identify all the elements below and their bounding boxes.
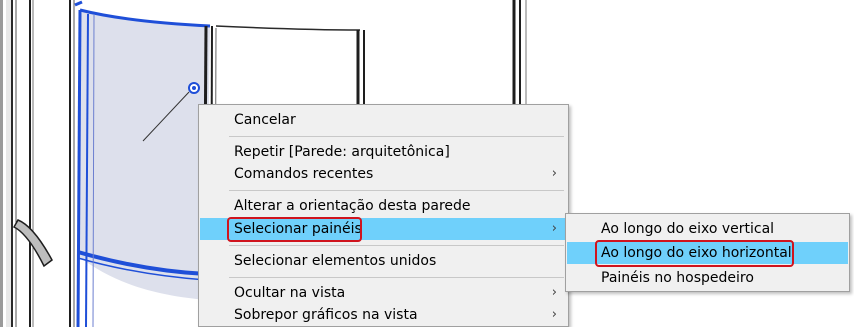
menu-item-override-graphics[interactable]: Sobrepor gráficos na vista › — [200, 304, 567, 326]
menu-item-repeat[interactable]: Repetir [Parede: arquitetônica] — [200, 141, 567, 163]
menu-item-select-joined[interactable]: Selecionar elementos unidos — [200, 250, 567, 272]
submenu-item-label: Ao longo do eixo vertical — [601, 221, 775, 237]
context-menu: Cancelar Repetir [Parede: arquitetônica]… — [198, 104, 569, 327]
grip-handle-icon[interactable] — [188, 82, 200, 94]
annotation-highlight-box — [595, 240, 794, 267]
submenu-item-vertical[interactable]: Ao longo do eixo vertical — [567, 218, 848, 240]
select-panels-submenu: Ao longo do eixo vertical Ao longo do ei… — [565, 213, 850, 292]
far-right-column — [512, 0, 527, 104]
menu-separator — [229, 245, 564, 246]
annotation-highlight-box — [227, 217, 362, 242]
submenu-arrow-icon: › — [551, 285, 557, 300]
menu-separator — [229, 190, 564, 191]
menu-item-label: Selecionar elementos unidos — [234, 253, 437, 269]
submenu-arrow-icon: › — [551, 221, 557, 236]
menu-item-label: Sobrepor gráficos na vista — [234, 307, 418, 323]
menu-item-label: Ocultar na vista — [234, 285, 346, 301]
submenu-item-label: Painéis no hospedeiro — [601, 270, 754, 286]
menu-item-hide-in-view[interactable]: Ocultar na vista › — [200, 282, 567, 304]
menu-separator — [229, 277, 564, 278]
selected-curtain-panel[interactable] — [74, 0, 211, 327]
submenu-item-host-panels[interactable]: Painéis no hospedeiro — [567, 267, 848, 289]
submenu-arrow-icon: › — [551, 166, 557, 181]
menu-item-recent-commands[interactable]: Comandos recentes › — [200, 163, 567, 185]
menu-item-flip-wall[interactable]: Alterar a orientação desta parede — [200, 195, 567, 217]
menu-item-label: Cancelar — [234, 112, 296, 128]
menu-item-cancel[interactable]: Cancelar — [200, 109, 567, 131]
left-wall-edges — [0, 0, 75, 327]
right-mullion — [356, 30, 365, 104]
menu-item-label: Alterar a orientação desta parede — [234, 198, 471, 214]
menu-item-label: Repetir [Parede: arquitetônica] — [234, 144, 450, 160]
submenu-arrow-icon: › — [551, 307, 557, 322]
panel-top-edge — [215, 25, 361, 31]
menu-separator — [229, 136, 564, 137]
menu-item-label: Comandos recentes — [234, 166, 374, 182]
